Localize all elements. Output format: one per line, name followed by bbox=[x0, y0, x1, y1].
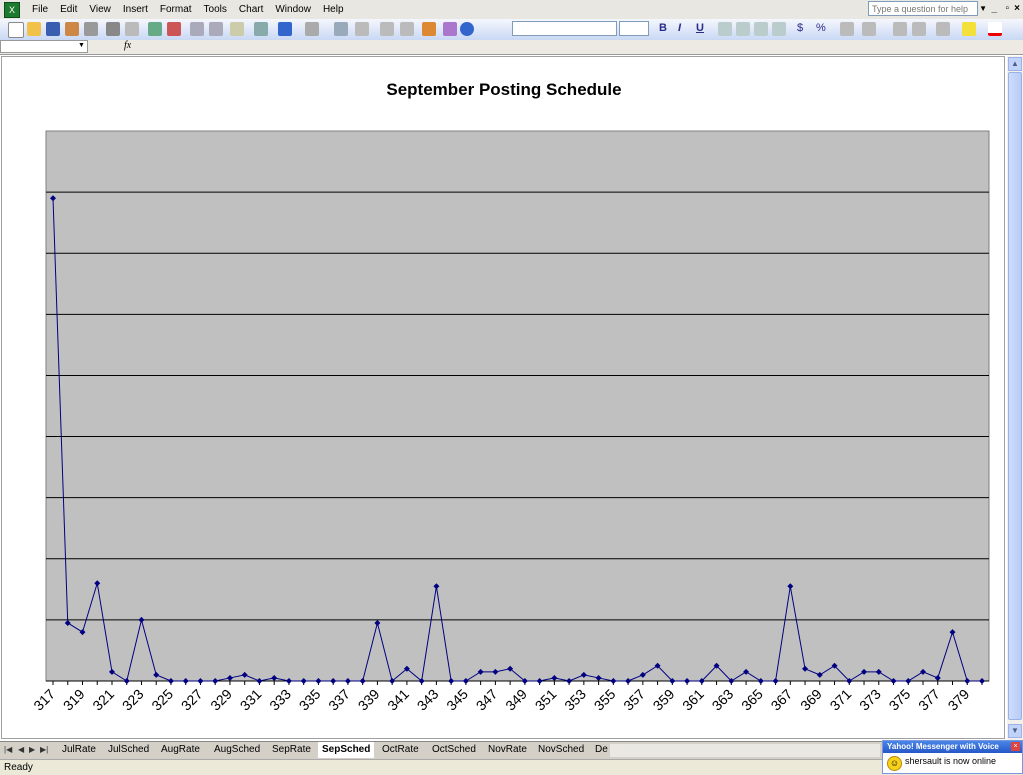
sheet-tab-julrate[interactable]: JulRate bbox=[58, 742, 100, 758]
x-tick-label[interactable]: 341 bbox=[384, 686, 412, 714]
sheet-tab-octsched[interactable]: OctSched bbox=[428, 742, 480, 758]
vertical-scrollbar[interactable]: ▲ ▼ bbox=[1007, 56, 1023, 740]
yahoo-close-icon[interactable]: × bbox=[1011, 742, 1020, 751]
x-tick-label[interactable]: 359 bbox=[650, 686, 678, 714]
x-tick-label[interactable]: 343 bbox=[414, 686, 442, 714]
horizontal-scrollbar[interactable] bbox=[610, 744, 880, 757]
sheet-tab-de[interactable]: De bbox=[591, 742, 612, 758]
x-tick-label[interactable]: 333 bbox=[266, 686, 294, 714]
first-sheet-icon[interactable]: |◀ bbox=[4, 745, 12, 754]
x-tick-label[interactable]: 321 bbox=[89, 686, 117, 714]
sheet-tab-sepsched[interactable]: SepSched bbox=[318, 742, 375, 758]
x-tick-label[interactable]: 331 bbox=[237, 686, 265, 714]
x-tick-label[interactable]: 373 bbox=[856, 686, 884, 714]
x-tick-label[interactable]: 355 bbox=[591, 686, 619, 714]
next-sheet-icon[interactable]: ▶ bbox=[29, 745, 35, 754]
close-icon[interactable]: × bbox=[1014, 3, 1020, 14]
yahoo-message: shersault is now online bbox=[905, 756, 997, 766]
smiley-icon: ☺ bbox=[887, 756, 902, 771]
x-tick-label[interactable]: 357 bbox=[620, 686, 648, 714]
status-text: Ready bbox=[4, 762, 33, 773]
scroll-down-icon[interactable]: ▼ bbox=[1008, 724, 1022, 738]
last-sheet-icon[interactable]: ▶| bbox=[40, 745, 48, 754]
sheet-tab-julsched[interactable]: JulSched bbox=[104, 742, 153, 758]
sheet-tab-octrate[interactable]: OctRate bbox=[378, 742, 423, 758]
scroll-thumb[interactable] bbox=[1008, 72, 1022, 720]
status-bar: Ready bbox=[0, 759, 1023, 775]
x-tick-label[interactable]: 347 bbox=[473, 686, 501, 714]
scroll-up-icon[interactable]: ▲ bbox=[1008, 57, 1022, 71]
restore-icon[interactable]: ▫ bbox=[1005, 3, 1009, 14]
x-tick-label[interactable]: 363 bbox=[709, 686, 737, 714]
x-tick-label[interactable]: 335 bbox=[296, 686, 324, 714]
x-tick-label[interactable]: 367 bbox=[768, 686, 796, 714]
yahoo-notification[interactable]: Yahoo! Messenger with Voice × ☺ shersaul… bbox=[882, 740, 1023, 774]
plot-area[interactable] bbox=[45, 130, 990, 682]
x-tick-label[interactable]: 317 bbox=[30, 686, 58, 714]
x-tick-label[interactable]: 319 bbox=[60, 686, 88, 714]
sheet-tab-novsched[interactable]: NovSched bbox=[534, 742, 588, 758]
x-tick-label[interactable]: 327 bbox=[178, 686, 206, 714]
x-tick-label[interactable]: 365 bbox=[738, 686, 766, 714]
yahoo-title: Yahoo! Messenger with Voice bbox=[883, 741, 1022, 753]
x-tick-label[interactable]: 351 bbox=[532, 686, 560, 714]
chart-svg[interactable]: 317 319 321 323 325 327 329 331 333 335 337 339 341 3… bbox=[0, 0, 1005, 735]
x-tick-label[interactable]: 377 bbox=[915, 686, 943, 714]
sheet-tab-novrate[interactable]: NovRate bbox=[484, 742, 531, 758]
x-tick-label[interactable]: 323 bbox=[119, 686, 147, 714]
sheet-tab-bar: |◀ ◀ ▶ ▶| JulRate JulSched AugRate AugSc… bbox=[0, 741, 1023, 759]
x-tick-label[interactable]: 371 bbox=[827, 686, 855, 714]
x-tick-label[interactable]: 375 bbox=[886, 686, 914, 714]
sheet-tab-seprate[interactable]: SepRate bbox=[268, 742, 315, 758]
sheet-tab-augsched[interactable]: AugSched bbox=[210, 742, 264, 758]
x-tick-label[interactable]: 329 bbox=[207, 686, 235, 714]
x-tick-label[interactable]: 379 bbox=[945, 686, 973, 714]
x-tick-label[interactable]: 361 bbox=[679, 686, 707, 714]
x-tick-label[interactable]: 353 bbox=[561, 686, 589, 714]
x-tick-label[interactable]: 369 bbox=[797, 686, 825, 714]
x-tick-label[interactable]: 349 bbox=[502, 686, 530, 714]
prev-sheet-icon[interactable]: ◀ bbox=[18, 745, 24, 754]
x-tick-label[interactable]: 339 bbox=[355, 686, 383, 714]
x-tick-label[interactable]: 337 bbox=[325, 686, 353, 714]
x-tick-label[interactable]: 345 bbox=[443, 686, 471, 714]
sheet-tab-augrate[interactable]: AugRate bbox=[157, 742, 204, 758]
x-tick-label[interactable]: 325 bbox=[148, 686, 176, 714]
